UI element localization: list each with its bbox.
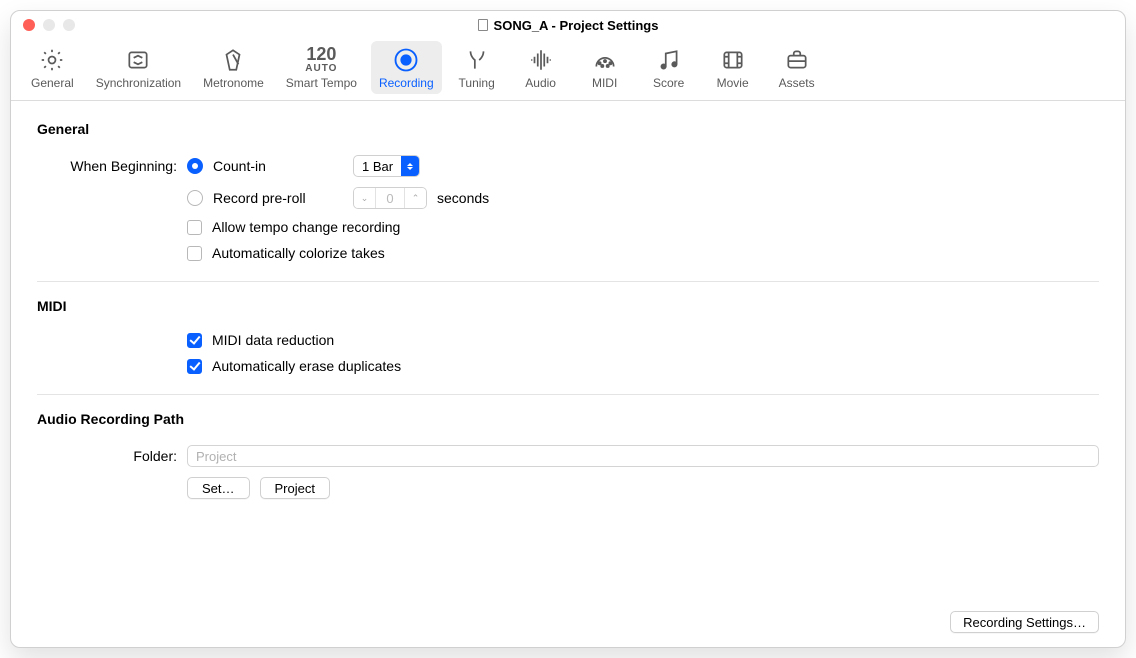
midi-reduction-label: MIDI data reduction <box>212 332 334 348</box>
footer: Recording Settings… <box>37 611 1099 633</box>
content-pane: General When Beginning: Count-in 1 Bar R… <box>11 101 1125 647</box>
colorize-checkbox[interactable] <box>187 246 202 261</box>
folder-value: Project <box>196 449 236 464</box>
music-notes-icon <box>656 45 682 75</box>
tab-label: Tuning <box>459 76 495 90</box>
tab-label: Metronome <box>203 76 264 90</box>
preroll-label: Record pre-roll <box>213 190 343 206</box>
film-icon <box>720 45 746 75</box>
erase-dup-label: Automatically erase duplicates <box>212 358 401 374</box>
folder-label: Folder: <box>37 448 177 464</box>
tab-label: MIDI <box>592 76 617 90</box>
traffic-lights <box>23 19 75 31</box>
tab-recording[interactable]: Recording <box>371 41 442 94</box>
briefcase-icon <box>784 45 810 75</box>
row-folder: Folder: Project <box>37 445 1099 467</box>
row-colorize: Automatically colorize takes <box>37 245 1099 261</box>
tab-smart-tempo[interactable]: 120 AUTO Smart Tempo <box>278 41 365 94</box>
allow-tempo-label: Allow tempo change recording <box>212 219 400 235</box>
close-button[interactable] <box>23 19 35 31</box>
row-count-in: When Beginning: Count-in 1 Bar <box>37 155 1099 177</box>
midi-reduction-checkbox[interactable] <box>187 333 202 348</box>
tab-general[interactable]: General <box>23 41 82 94</box>
tab-label: Smart Tempo <box>286 76 357 90</box>
colorize-label: Automatically colorize takes <box>212 245 385 261</box>
divider <box>37 394 1099 395</box>
tab-movie[interactable]: Movie <box>704 41 762 94</box>
tempo-auto: AUTO <box>305 64 337 75</box>
row-allow-tempo: Allow tempo change recording <box>37 219 1099 235</box>
section-general-title: General <box>37 121 1099 137</box>
smart-tempo-icon: 120 AUTO <box>305 45 337 75</box>
tab-metronome[interactable]: Metronome <box>195 41 272 94</box>
waveform-icon <box>528 45 554 75</box>
document-icon <box>478 19 488 31</box>
preroll-stepper[interactable]: ⌄ 0 ⌃ <box>353 187 427 209</box>
seconds-label: seconds <box>437 190 489 206</box>
preroll-radio[interactable] <box>187 190 203 206</box>
tab-label: Audio <box>525 76 556 90</box>
section-midi-title: MIDI <box>37 298 1099 314</box>
stepper-down[interactable]: ⌄ <box>354 188 376 208</box>
tab-audio[interactable]: Audio <box>512 41 570 94</box>
minimize-button[interactable] <box>43 19 55 31</box>
tab-score[interactable]: Score <box>640 41 698 94</box>
tab-tuning[interactable]: Tuning <box>448 41 506 94</box>
zoom-button[interactable] <box>63 19 75 31</box>
stepper-up[interactable]: ⌃ <box>404 188 426 208</box>
row-preroll: Record pre-roll ⌄ 0 ⌃ seconds <box>37 187 1099 209</box>
folder-field[interactable]: Project <box>187 445 1099 467</box>
erase-dup-checkbox[interactable] <box>187 359 202 374</box>
record-icon <box>392 45 420 75</box>
count-in-radio[interactable] <box>187 158 203 174</box>
tab-assets[interactable]: Assets <box>768 41 826 94</box>
section-audio-path-title: Audio Recording Path <box>37 411 1099 427</box>
count-in-value: 1 Bar <box>354 159 401 174</box>
midi-icon <box>592 45 618 75</box>
count-in-select[interactable]: 1 Bar <box>353 155 420 177</box>
titlebar: SONG_A - Project Settings <box>11 11 1125 39</box>
chevron-updown-icon <box>401 155 419 177</box>
tab-midi[interactable]: MIDI <box>576 41 634 94</box>
row-midi-reduction: MIDI data reduction <box>37 332 1099 348</box>
project-button[interactable]: Project <box>260 477 330 499</box>
row-erase-dup: Automatically erase duplicates <box>37 358 1099 374</box>
divider <box>37 281 1099 282</box>
toolbar-tabs: General Synchronization Metronome 120 AU… <box>11 39 1125 101</box>
allow-tempo-checkbox[interactable] <box>187 220 202 235</box>
project-settings-window: SONG_A - Project Settings General Synchr… <box>10 10 1126 648</box>
set-button[interactable]: Set… <box>187 477 250 499</box>
window-title-text: SONG_A - Project Settings <box>494 18 659 33</box>
tab-label: Recording <box>379 76 434 90</box>
sync-icon <box>125 45 151 75</box>
tab-label: Score <box>653 76 684 90</box>
window-title: SONG_A - Project Settings <box>478 18 659 33</box>
recording-settings-button[interactable]: Recording Settings… <box>950 611 1099 633</box>
tab-label: General <box>31 76 74 90</box>
count-in-label: Count-in <box>213 158 343 174</box>
tuning-fork-icon <box>464 45 490 75</box>
tab-label: Assets <box>779 76 815 90</box>
metronome-icon <box>220 45 246 75</box>
row-folder-buttons: Set… Project <box>37 477 1099 499</box>
tempo-number: 120 <box>305 45 337 64</box>
gear-icon <box>39 45 65 75</box>
tab-label: Movie <box>717 76 749 90</box>
when-beginning-label: When Beginning: <box>37 158 177 174</box>
preroll-value: 0 <box>376 188 404 208</box>
tab-synchronization[interactable]: Synchronization <box>88 41 189 94</box>
tab-label: Synchronization <box>96 76 181 90</box>
